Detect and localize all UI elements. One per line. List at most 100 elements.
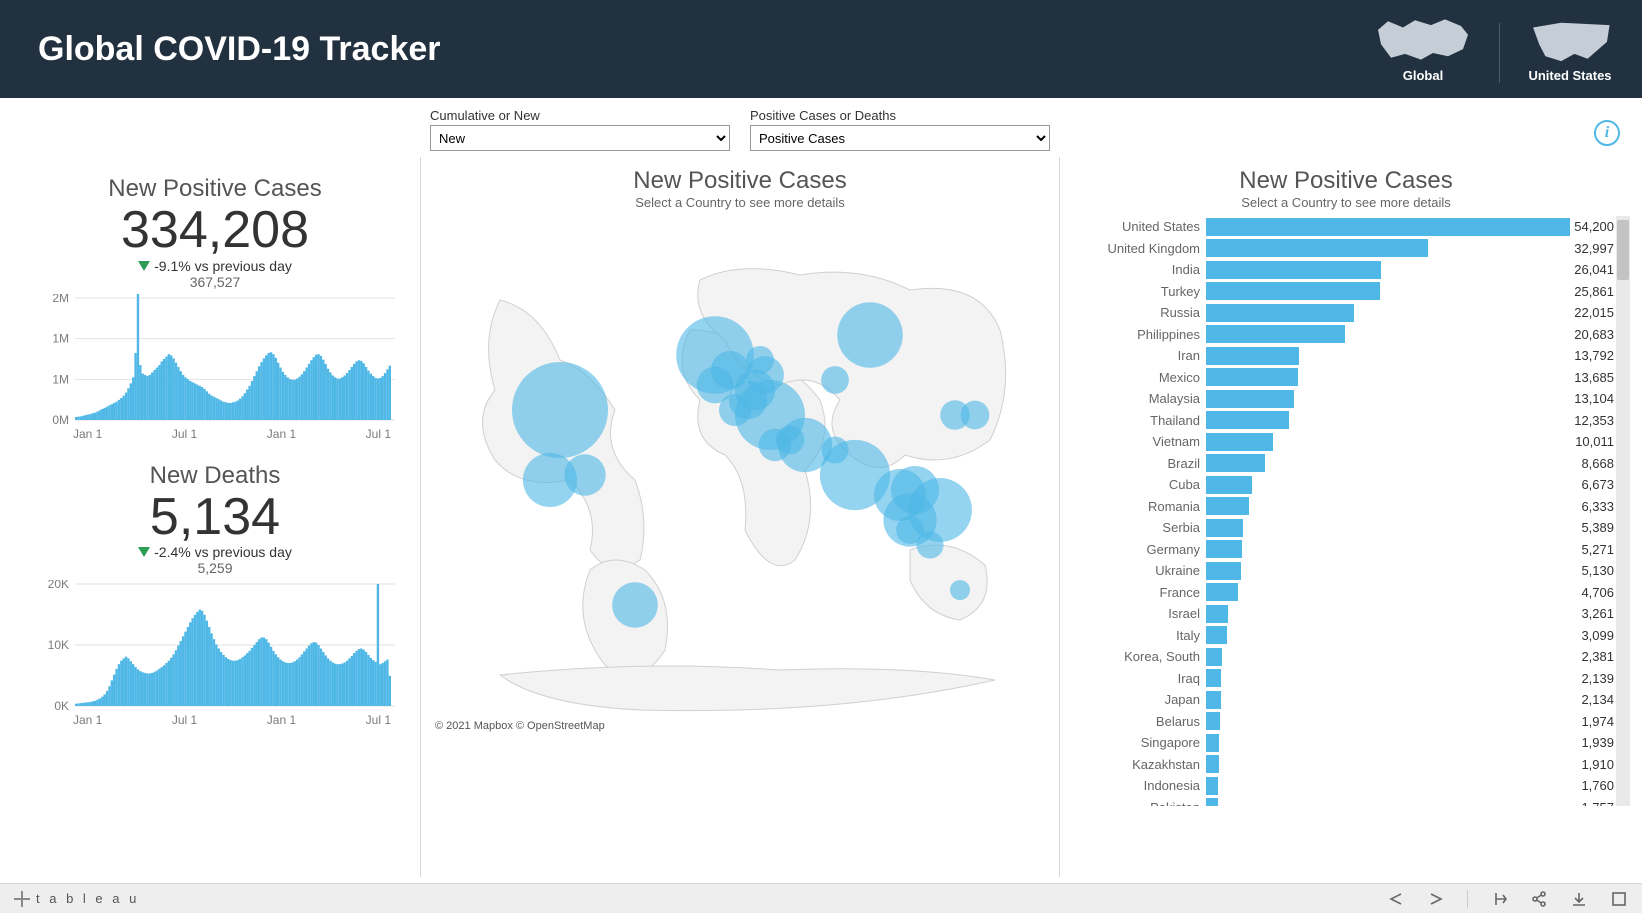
filter-mode-label: Cumulative or New	[430, 108, 730, 123]
country-name: Japan	[1060, 692, 1206, 707]
country-name: Belarus	[1060, 714, 1206, 729]
tab-united-states[interactable]: United States	[1526, 16, 1614, 83]
country-name: Romania	[1060, 499, 1206, 514]
share-icon[interactable]	[1530, 890, 1548, 908]
svg-text:Jan 1: Jan 1	[73, 713, 103, 727]
country-bar-fill	[1206, 261, 1381, 279]
country-value: 4,706	[1581, 585, 1614, 600]
country-value: 5,271	[1581, 542, 1614, 557]
country-bar-fill	[1206, 411, 1289, 429]
country-bar-row[interactable]: United States54,200	[1060, 216, 1614, 238]
country-bar-row[interactable]: Turkey25,861	[1060, 281, 1614, 303]
country-bar-row[interactable]: Vietnam10,011	[1060, 431, 1614, 453]
country-bar-row[interactable]: Thailand12,353	[1060, 410, 1614, 432]
country-bar-row[interactable]: Malaysia13,104	[1060, 388, 1614, 410]
svg-text:Jul 1: Jul 1	[172, 713, 198, 727]
country-bars-panel: New Positive Cases Select a Country to s…	[1060, 157, 1642, 877]
country-name: France	[1060, 585, 1206, 600]
country-bar-row[interactable]: India26,041	[1060, 259, 1614, 281]
tableau-logo-text: t a b l e a u	[36, 891, 139, 906]
country-value: 3,099	[1581, 628, 1614, 643]
country-bar-row[interactable]: Kazakhstan1,910	[1060, 754, 1614, 776]
svg-text:1M: 1M	[52, 331, 69, 345]
country-bar-row[interactable]: Serbia 5,389	[1060, 517, 1614, 539]
tableau-toolbar: t a b l e a u	[0, 883, 1642, 913]
country-bar-fill	[1206, 777, 1218, 795]
country-bar-row[interactable]: Mexico13,685	[1060, 367, 1614, 389]
deaths-timeseries-chart[interactable]: 0K10K20KJan 1Jul 1Jan 1Jul 1	[32, 580, 398, 730]
country-bar-row[interactable]: United Kingdom32,997	[1060, 238, 1614, 260]
kpi-deaths-delta: -2.4% vs previous day	[32, 544, 398, 560]
revert-icon[interactable]	[1490, 890, 1508, 908]
country-value: 6,673	[1581, 477, 1614, 492]
us-map-icon	[1526, 16, 1614, 64]
bars-title: New Positive Cases	[1060, 167, 1632, 195]
country-bars-scroll: United States54,200United Kingdom32,997I…	[1060, 216, 1632, 806]
country-bar-row[interactable]: Pakistan1,757	[1060, 797, 1614, 807]
country-bar-row[interactable]: Italy3,099	[1060, 625, 1614, 647]
svg-text:10K: 10K	[48, 638, 69, 652]
country-bar-row[interactable]: Iran13,792	[1060, 345, 1614, 367]
kpi-cases-value: 334,208	[32, 203, 398, 258]
kpi-deaths-title: New Deaths	[32, 462, 398, 490]
redo-icon[interactable]	[1427, 890, 1445, 908]
country-bar-row[interactable]: Indonesia1,760	[1060, 775, 1614, 797]
country-bar-row[interactable]: Romania6,333	[1060, 496, 1614, 518]
country-name: Mexico	[1060, 370, 1206, 385]
vertical-scrollbar[interactable]	[1616, 216, 1630, 806]
tab-global-label: Global	[1403, 68, 1443, 83]
kpi-deaths-prev: 5,259	[32, 560, 398, 576]
country-bar-row[interactable]: Korea, South2,381	[1060, 646, 1614, 668]
country-value: 13,104	[1574, 391, 1614, 406]
undo-icon[interactable]	[1387, 890, 1405, 908]
country-bar-fill	[1206, 454, 1265, 472]
fullscreen-icon[interactable]	[1610, 890, 1628, 908]
country-bar-row[interactable]: Japan2,134	[1060, 689, 1614, 711]
country-bar-fill	[1206, 347, 1299, 365]
download-icon[interactable]	[1570, 890, 1588, 908]
info-icon[interactable]: i	[1594, 120, 1620, 146]
country-name: India	[1060, 262, 1206, 277]
country-bar-row[interactable]: Brazil8,668	[1060, 453, 1614, 475]
map-title: New Positive Cases	[421, 167, 1059, 195]
country-value: 1,757	[1581, 800, 1614, 806]
country-bar-fill	[1206, 562, 1241, 580]
country-value: 10,011	[1575, 434, 1614, 449]
country-bar-row[interactable]: Germany5,271	[1060, 539, 1614, 561]
country-name: Serbia	[1060, 520, 1206, 535]
country-name: Cuba	[1060, 477, 1206, 492]
country-bar-row[interactable]: Cuba 6,673	[1060, 474, 1614, 496]
world-map[interactable]	[440, 220, 1040, 720]
country-bar-row[interactable]: Singapore1,939	[1060, 732, 1614, 754]
filter-mode-select[interactable]: New	[430, 125, 730, 151]
country-bar-row[interactable]: Philippines20,683	[1060, 324, 1614, 346]
dashboard-body: New Positive Cases 334,208 -9.1% vs prev…	[0, 157, 1642, 877]
tableau-logo-icon	[14, 891, 30, 907]
country-value: 5,389	[1581, 520, 1614, 535]
country-bar-row[interactable]: Israel3,261	[1060, 603, 1614, 625]
filter-metric-select[interactable]: Positive Cases	[750, 125, 1050, 151]
tab-global[interactable]: Global	[1373, 16, 1473, 83]
country-bar-row[interactable]: Belarus1,974	[1060, 711, 1614, 733]
country-bar-fill	[1206, 368, 1298, 386]
country-bar-fill	[1206, 648, 1222, 666]
country-value: 22,015	[1574, 305, 1614, 320]
country-bar-fill	[1206, 583, 1238, 601]
globe-icon	[1373, 16, 1473, 64]
tableau-logo[interactable]: t a b l e a u	[14, 891, 139, 907]
cases-timeseries-chart[interactable]: 0M1M1M2MJan 1Jul 1Jan 1Jul 1	[32, 294, 398, 444]
country-value: 2,381	[1581, 649, 1614, 664]
svg-text:Jan 1: Jan 1	[267, 427, 297, 441]
down-arrow-icon	[138, 261, 150, 271]
country-bar-row[interactable]: France 4,706	[1060, 582, 1614, 604]
app-header: Global COVID-19 Tracker Global United St…	[0, 0, 1642, 98]
tab-us-label: United States	[1528, 68, 1611, 83]
country-name: Singapore	[1060, 735, 1206, 750]
filter-bar: Cumulative or New New Positive Cases or …	[0, 98, 1642, 157]
bars-subtitle: Select a Country to see more details	[1060, 195, 1632, 210]
country-bar-row[interactable]: Iraq2,139	[1060, 668, 1614, 690]
country-bar-row[interactable]: Russia22,015	[1060, 302, 1614, 324]
country-value: 54,200	[1574, 219, 1614, 234]
country-bar-row[interactable]: Ukraine5,130	[1060, 560, 1614, 582]
country-bar-fill	[1206, 540, 1242, 558]
